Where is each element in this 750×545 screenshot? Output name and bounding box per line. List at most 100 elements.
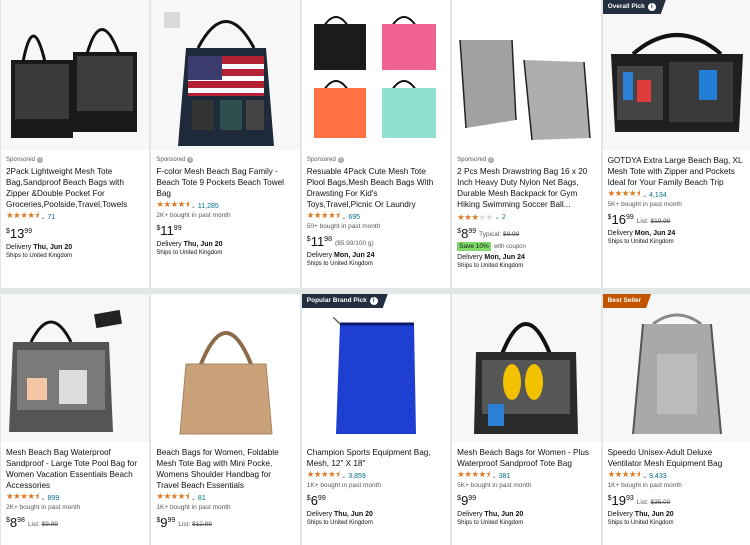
sponsored-label[interactable]: Sponsored i	[457, 155, 595, 164]
product-title[interactable]: Mesh Beach Bag Waterproof Sandproof - La…	[6, 447, 144, 491]
ships-to: Ships to United Kingdom	[306, 261, 373, 267]
product-title[interactable]: F-color Mesh Beach Bag Family - Beach To…	[156, 166, 294, 199]
product-image[interactable]	[452, 294, 601, 442]
product-card[interactable]: Popular Brand Pick i Champion Sports Equi…	[301, 294, 451, 545]
info-icon[interactable]: i	[370, 297, 378, 305]
chevron-down-icon: ⌄	[190, 495, 196, 502]
price[interactable]: $ 16 99	[608, 212, 634, 227]
bought-count: 1K+ bought in past month	[156, 504, 231, 511]
review-count[interactable]: 9,433	[649, 473, 667, 480]
review-count[interactable]: 2	[502, 214, 506, 221]
chevron-down-icon: ⌄	[40, 495, 46, 502]
info-icon[interactable]: i	[187, 156, 194, 163]
review-count[interactable]: 899	[48, 495, 60, 502]
rating[interactable]: ★★★★⯨ ⌄ 899	[6, 491, 144, 503]
bought-count: 5K+ bought in past month	[457, 482, 532, 489]
rating[interactable]: ★★★★⯨ ⌄ 381	[457, 469, 595, 481]
product-title[interactable]: 2 Pcs Mesh Drawstring Bag 16 x 20 Inch H…	[457, 166, 595, 210]
rating[interactable]: ★★★★⯨ ⌄ 71	[6, 210, 144, 222]
review-count[interactable]: 81	[198, 495, 206, 502]
product-title[interactable]: Resuable 4Pack Cute Mesh Tote Plool Bags…	[307, 166, 445, 210]
product-image[interactable]	[301, 0, 451, 150]
sponsored-label[interactable]: Sponsored i	[6, 155, 144, 164]
list-price: List: $19.99	[636, 218, 671, 225]
sponsored-label[interactable]: Sponsored i	[307, 155, 445, 164]
review-count[interactable]: 695	[348, 214, 360, 221]
rating[interactable]: ★★★★★ ⌄ 2	[457, 212, 595, 222]
price[interactable]: $ 13 99	[6, 226, 32, 241]
product-card[interactable]: Mesh Beach Bag Waterproof Sandproof - La…	[1, 294, 150, 545]
product-card[interactable]: Overall Pick i GOTDYA Extra Large Beach B…	[602, 0, 750, 288]
review-count[interactable]: 11,285	[198, 203, 219, 210]
price[interactable]: $ 9 99	[457, 493, 476, 508]
product-image[interactable]	[1, 294, 150, 442]
product-card[interactable]: Beach Bags for Women, Foldable Mesh Tote…	[151, 294, 300, 545]
chevron-down-icon: ⌄	[341, 473, 347, 480]
rating[interactable]: ★★★★⯨ ⌄ 3,859	[307, 469, 445, 481]
product-card[interactable]: Best Seller Speedo Unisex-Adult Deluxe V…	[602, 294, 750, 545]
product-image[interactable]: Overall Pick i	[602, 0, 750, 150]
product-image[interactable]	[452, 0, 601, 150]
ships-to: Ships to United Kingdom	[607, 520, 674, 526]
review-count[interactable]: 381	[499, 473, 511, 480]
star-rating-icon: ★★★★⯨	[306, 210, 340, 220]
price[interactable]: $ 19 93	[608, 493, 634, 508]
product-image[interactable]	[1, 0, 150, 150]
ships-to: Ships to United Kingdom	[306, 520, 373, 526]
rating[interactable]: ★★★★⯨ ⌄ 81	[156, 491, 294, 503]
delivery-info: Delivery Thu, Jun 20	[6, 244, 73, 251]
product-title[interactable]: Beach Bags for Women, Foldable Mesh Tote…	[156, 447, 294, 491]
delivery-info: Delivery Thu, Jun 20	[306, 511, 373, 518]
product-title[interactable]: Speedo Unisex-Adult Deluxe Ventilator Me…	[608, 447, 746, 469]
product-title[interactable]: Champion Sports Equipment Bag, Mesh, 12"…	[307, 447, 445, 469]
product-image[interactable]: Best Seller	[602, 294, 750, 442]
ships-to: Ships to United Kingdom	[607, 239, 674, 245]
rating[interactable]: ★★★★⯨ ⌄ 11,285	[156, 199, 294, 211]
chevron-down-icon: ⌄	[341, 214, 347, 221]
chevron-down-icon: ⌄	[190, 203, 196, 210]
price[interactable]: $ 11 98	[307, 234, 332, 249]
price[interactable]: $ 11 99	[156, 223, 181, 238]
product-card[interactable]: Sponsored i 2 Pcs Mesh Drawstring Bag 16 …	[452, 0, 601, 288]
product-title[interactable]: Mesh Beach Bags for Women - Plus Waterpr…	[457, 447, 595, 469]
star-rating-icon: ★★★★★	[457, 211, 493, 222]
delivery-info: Delivery Thu, Jun 20	[457, 511, 524, 518]
chevron-down-icon: ⌄	[494, 214, 500, 221]
bought-count: 1K+ bought in past month	[306, 482, 382, 489]
list-price: List: $35.00	[636, 499, 671, 506]
rating[interactable]: ★★★★⯨ ⌄ 695	[306, 210, 445, 222]
review-count[interactable]: 4,134	[649, 192, 667, 199]
info-icon[interactable]: i	[337, 156, 344, 163]
rating[interactable]: ★★★★⯨ ⌄ 9,433	[608, 469, 746, 481]
info-icon[interactable]: i	[37, 156, 44, 163]
product-title[interactable]: 2Pack Lightweight Mesh Tote Bag,Sandproo…	[6, 166, 144, 210]
product-card[interactable]: Mesh Beach Bags for Women - Plus Waterpr…	[452, 294, 601, 545]
price[interactable]: $ 9 99	[156, 515, 175, 530]
review-count[interactable]: 71	[48, 214, 56, 221]
product-image[interactable]: Popular Brand Pick i	[301, 294, 451, 442]
product-card[interactable]: Sponsored i F-color Mesh Beach Bag Family…	[151, 0, 300, 288]
star-rating-icon: ★★★★⯨	[156, 199, 189, 209]
delivery-info: Delivery Thu, Jun 20	[607, 511, 674, 518]
price[interactable]: $ 8 98	[6, 515, 25, 530]
info-icon[interactable]: i	[488, 156, 495, 163]
product-image[interactable]	[151, 294, 300, 442]
bought-count: 5K+ bought in past month	[607, 201, 682, 208]
info-icon[interactable]: i	[648, 3, 656, 11]
price[interactable]: $ 8 99	[457, 226, 476, 241]
chevron-down-icon: ⌄	[642, 192, 648, 199]
list-price: List: $9.99	[27, 521, 58, 528]
bought-count: 2K+ bought in past month	[156, 212, 231, 219]
product-title[interactable]: GOTDYA Extra Large Beach Bag, XL Mesh To…	[608, 155, 746, 188]
star-rating-icon: ★★★★⯨	[457, 469, 490, 479]
product-card[interactable]: Sponsored i Resuable 4Pack Cute Mesh Tote…	[301, 0, 451, 288]
chevron-down-icon: ⌄	[40, 214, 46, 221]
coupon-badge[interactable]: Save 10% with coupon	[457, 242, 595, 251]
product-image[interactable]	[151, 0, 300, 150]
sponsored-label[interactable]: Sponsored i	[156, 155, 294, 164]
review-count[interactable]: 3,859	[348, 473, 366, 480]
delivery-info: Delivery Mon, Jun 24	[306, 252, 375, 259]
rating[interactable]: ★★★★⯨ ⌄ 4,134	[608, 188, 746, 200]
price[interactable]: $ 6 99	[307, 493, 326, 508]
product-card[interactable]: Sponsored i 2Pack Lightweight Mesh Tote B…	[1, 0, 150, 288]
